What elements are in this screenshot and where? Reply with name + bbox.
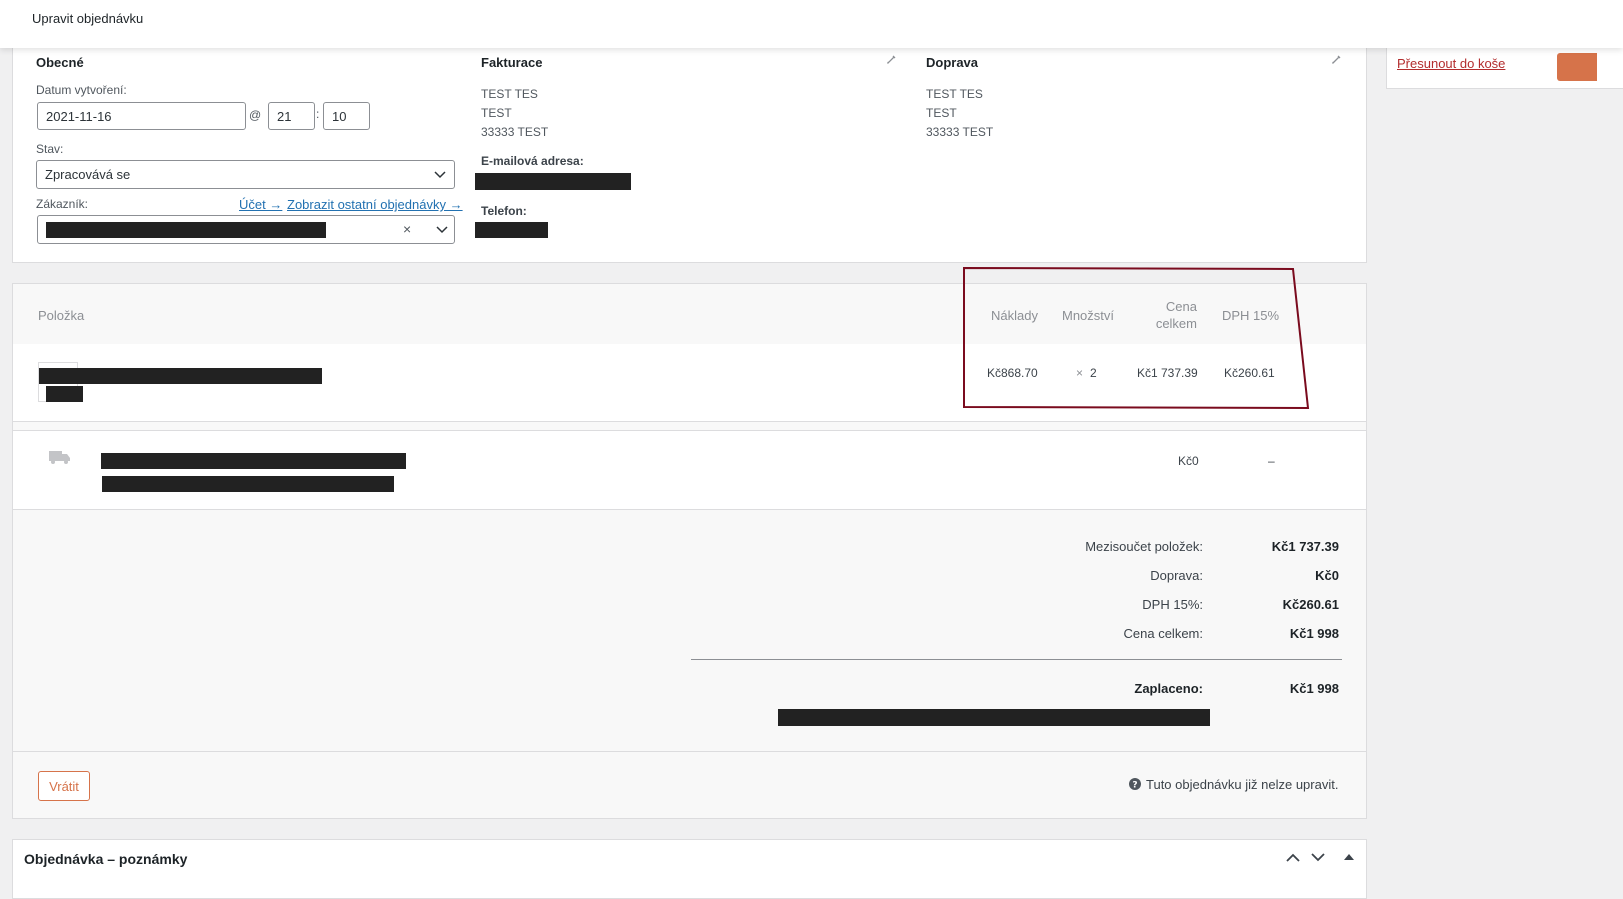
totals-divider — [691, 659, 1342, 660]
customer-label: Zákazník: — [36, 197, 89, 211]
order-notes-panel: Objednávka – poznámky — [12, 839, 1367, 899]
date-created-value: 2021-11-16 — [46, 108, 112, 124]
billing-address-line: TEST — [481, 106, 512, 120]
hour-input[interactable]: 21 — [268, 102, 315, 130]
general-heading: Obecné — [36, 55, 84, 70]
highlight-annotation-box — [963, 266, 1310, 410]
vat-total-label: DPH 15%: — [1142, 597, 1203, 612]
status-value: Zpracovává se — [45, 167, 131, 182]
shipping-address-line: TEST — [926, 106, 957, 120]
shipping-method-redacted — [101, 453, 406, 469]
order-total-value: Kč1 998 — [1289, 626, 1339, 641]
shipping-meta-redacted — [102, 476, 394, 492]
page-title: Upravit objednávku — [32, 11, 144, 26]
time-colon: : — [316, 107, 320, 121]
shipping-total-label: Doprava: — [1150, 568, 1203, 583]
help-icon: ? — [1129, 778, 1141, 790]
toggle-panel-icon[interactable] — [1344, 853, 1354, 861]
payment-method-redacted — [778, 709, 1210, 726]
subtotal-label: Mezisoučet položek: — [1085, 539, 1203, 554]
edit-shipping-pencil-icon[interactable] — [1331, 54, 1342, 65]
status-label: Stav: — [36, 142, 64, 156]
subtotal-value: Kč1 737.39 — [1271, 539, 1339, 554]
move-to-trash-link[interactable]: Přesunout do koše — [1397, 56, 1505, 71]
paid-value: Kč1 998 — [1289, 681, 1339, 696]
date-created-label: Datum vytvoření: — [36, 83, 127, 97]
minute-input[interactable]: 10 — [323, 102, 370, 130]
phone-redacted — [475, 222, 548, 238]
shipping-line-total: Kč0 — [1178, 454, 1199, 468]
chevron-up-icon[interactable] — [1286, 853, 1300, 862]
refund-button[interactable]: Vrátit — [38, 771, 90, 801]
product-meta-redacted — [46, 386, 83, 402]
clear-customer-icon[interactable]: × — [403, 221, 411, 237]
date-created-input[interactable]: 2021-11-16 — [37, 102, 246, 130]
customer-account-link[interactable]: Účet → — [239, 197, 282, 212]
shipping-address-line: 33333 TEST — [926, 125, 994, 139]
shipping-address-line: TEST TES — [926, 87, 983, 101]
shipping-line-vat: – — [1268, 454, 1275, 468]
shipping-heading: Doprava — [926, 55, 979, 70]
chevron-down-icon[interactable] — [1311, 853, 1325, 862]
shipping-address: TEST TES TEST 33333 TEST — [926, 85, 993, 142]
status-select[interactable]: Zpracovává se — [36, 160, 455, 189]
not-editable-notice: Tuto objednávku již nelze upravit. — [1146, 777, 1339, 792]
email-redacted — [475, 173, 631, 190]
paid-label: Zaplaceno: — [1134, 681, 1203, 696]
customer-redacted — [46, 221, 326, 238]
order-total-label: Cena celkem: — [1123, 626, 1203, 641]
chevron-down-icon — [436, 226, 448, 234]
chevron-down-icon — [434, 170, 446, 179]
update-button[interactable] — [1557, 53, 1597, 81]
billing-address-line: TEST TES — [481, 87, 538, 101]
view-other-orders-link[interactable]: Zobrazit ostatní objednávky → — [287, 197, 463, 212]
minute-value: 10 — [332, 108, 347, 124]
top-bar: Upravit objednávku — [0, 0, 1623, 48]
truck-icon — [49, 449, 71, 465]
items-footer: Vrátit ? Tuto objednávku již nelze uprav… — [13, 751, 1366, 818]
hour-value: 21 — [277, 108, 292, 124]
at-sign: @ — [249, 108, 262, 122]
notes-heading: Objednávka – poznámky — [24, 851, 188, 867]
order-data-panel: Obecné Datum vytvoření: 2021-11-16 @ 21 … — [12, 40, 1367, 263]
billing-address: TEST TES TEST 33333 TEST — [481, 85, 548, 142]
edit-billing-pencil-icon[interactable] — [886, 54, 897, 65]
billing-heading: Fakturace — [481, 55, 543, 70]
shipping-row: Kč0 – — [13, 430, 1366, 510]
item-column-header: Položka — [38, 308, 85, 323]
vat-total-value: Kč260.61 — [1282, 597, 1339, 612]
email-label: E-mailová adresa: — [481, 154, 584, 168]
billing-address-line: 33333 TEST — [481, 125, 549, 139]
customer-select[interactable]: × — [37, 215, 455, 244]
shipping-total-value: Kč0 — [1315, 568, 1339, 583]
product-name-redacted — [39, 368, 322, 384]
phone-label: Telefon: — [481, 204, 527, 218]
svg-text:?: ? — [1132, 781, 1137, 791]
